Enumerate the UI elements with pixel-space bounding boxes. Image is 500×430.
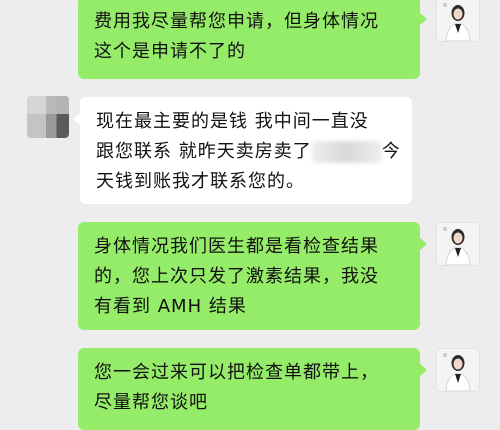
- message-text: 身体情况我们医生都是看检查结果: [94, 236, 379, 257]
- my-message-bubble[interactable]: 身体情况我们医生都是看检查结果 的，您上次只发了激素结果，我没 有看到 AMH …: [78, 222, 427, 330]
- message-text: 这个是申请不了的: [94, 41, 246, 62]
- message-text: 的，您上次只发了激素结果，我没: [94, 266, 379, 287]
- message-text: 今: [381, 141, 401, 162]
- message-text: 跟您联系 就昨天卖房卖了: [96, 141, 312, 162]
- other-message-bubble[interactable]: 现在最主要的是钱 我中间一直没 跟您联系 就昨天卖房卖了 今 天钱到账我才联系您的…: [73, 97, 412, 204]
- doctor-avatar-icon[interactable]: [436, 348, 480, 392]
- doctor-avatar-icon[interactable]: [436, 0, 480, 42]
- message-text: 天钱到账我才联系您的。: [96, 171, 305, 192]
- message-text: 尽量帮您谈吧: [94, 392, 208, 413]
- doctor-avatar-icon[interactable]: [436, 222, 480, 266]
- message-text: 费用我尽量帮您申请，但身体情况: [94, 11, 379, 32]
- message-text: 现在最主要的是钱 我中间一直没: [96, 111, 369, 132]
- my-message-bubble[interactable]: 费用我尽量帮您申请，但身体情况 这个是申请不了的: [78, 0, 427, 79]
- pixelated-avatar-icon[interactable]: [27, 96, 69, 138]
- message-text-line: 跟您联系 就昨天卖房卖了 今: [96, 137, 401, 167]
- message-text: 您一会过来可以把检查单都带上，: [94, 362, 379, 383]
- message-text: 有看到 AMH 结果: [94, 296, 247, 317]
- my-message-bubble[interactable]: 您一会过来可以把检查单都带上， 尽量帮您谈吧: [78, 348, 427, 430]
- redacted-blur: [311, 141, 382, 163]
